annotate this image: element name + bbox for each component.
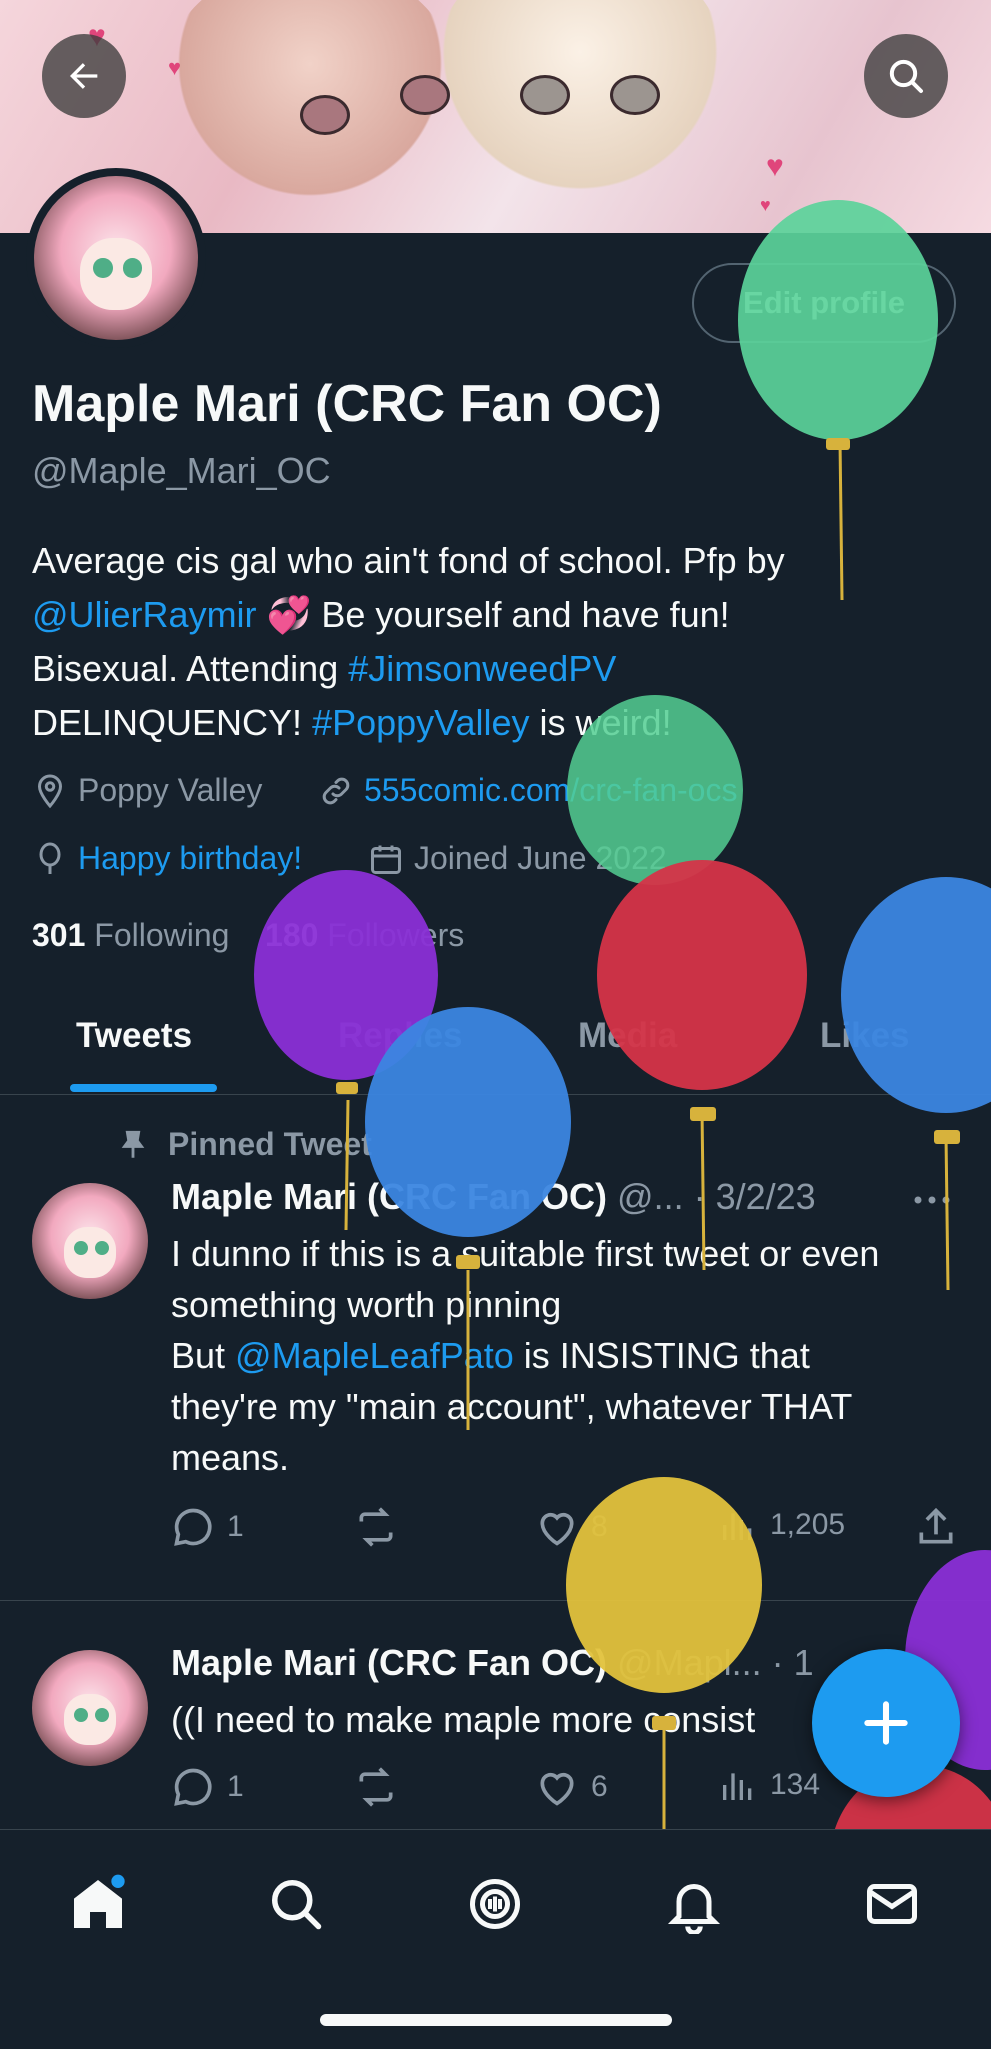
balloon-icon [39,842,61,874]
reply-icon [174,1508,212,1546]
like-button[interactable]: 6 [535,1765,608,1809]
bell-icon [667,1884,721,1934]
nav-home[interactable] [58,1864,138,1944]
tweet-author-avatar[interactable] [32,1183,148,1299]
pinned-indicator: Pinned Tweet [116,1126,372,1163]
pin-icon [121,1130,145,1158]
profile-tabs: Tweets Replies Media Likes [0,996,991,1095]
home-indicator [320,2014,672,2026]
tweet-body: I dunno if this is a suitable first twee… [171,1233,880,1478]
profile-joined: Joined June 2022 [368,840,667,877]
plus-icon [864,1701,908,1745]
profile-avatar[interactable] [26,168,206,348]
banner-character-right [430,0,730,220]
bio-text: is weird! [529,702,672,743]
retweet-button[interactable] [352,1505,412,1549]
profile-handle: @Maple_Mari_OC [32,450,331,491]
reply-button[interactable]: 1 [171,1765,244,1809]
edit-profile-button[interactable]: Edit profile [692,263,956,343]
nav-spaces[interactable] [455,1864,535,1944]
tweet-divider [0,1600,991,1601]
tab-media[interactable]: Media [578,996,677,1094]
profile-location: Poppy Valley [32,772,262,809]
tab-tweets[interactable]: Tweets [76,996,192,1094]
compose-tweet-button[interactable] [812,1649,960,1797]
profile-birthday: Happy birthday! [32,840,302,877]
tab-likes[interactable]: Likes [820,996,910,1094]
bio-hashtag-link[interactable]: #PoppyValley [312,702,529,743]
website-link[interactable]: 555comic.com/crc-fan-ocs [364,772,737,809]
retweet-icon [359,1767,393,1807]
tweet-author-name[interactable]: Maple Mari (CRC Fan OC) [171,1642,607,1683]
home-icon [74,1874,125,1928]
search-icon [889,59,923,93]
banner-eye [400,75,450,115]
bio-text: Average cis gal who ain't fond of school… [32,540,785,581]
followers-link[interactable]: 180 Followers [265,917,464,953]
nav-messages[interactable] [852,1864,932,1944]
location-pin-icon [37,773,63,808]
profile-name: Maple Mari (CRC Fan OC) [32,375,662,433]
tweet-mention-link[interactable]: @MapleLeafPato [235,1335,514,1376]
banner-eye [300,95,350,135]
tab-replies[interactable]: Replies [338,996,463,1094]
avatar [32,1650,148,1766]
back-button[interactable] [42,34,126,118]
heart-icon: ♥ [766,150,784,183]
bio-mention-link[interactable]: @UlierRaymir [32,594,257,635]
profile-stats: 301 Following 180 Followers [32,917,464,954]
nav-search[interactable] [256,1864,336,1944]
reply-icon [174,1768,212,1806]
banner-eye [520,75,570,115]
heart-icon: ♥ [168,55,182,80]
bio-text: Be yourself and have fun! [311,594,730,635]
tab-indicator [70,1084,217,1092]
calendar-icon [371,845,401,874]
spaces-icon [470,1879,520,1929]
bio-text: Bisexual. Attending [32,648,349,689]
nav-notifications[interactable] [654,1864,734,1944]
tweet-date[interactable]: · 1 [772,1642,814,1683]
profile-website[interactable]: 555comic.com/crc-fan-ocs [318,772,737,809]
tweet-author-avatar[interactable] [32,1650,148,1766]
following-link[interactable]: 301 Following [32,917,229,953]
reply-button[interactable]: 1 [171,1505,244,1549]
retweet-icon [359,1507,393,1547]
share-icon[interactable] [914,1505,958,1549]
birthday-text: Happy birthday! [78,840,303,876]
joined-text: Joined June 2022 [414,840,667,876]
bio-hashtag-link[interactable]: #JimsonweedPV [348,648,616,689]
tweet-author-handle: @... [617,1176,684,1217]
banner-eye [610,75,660,115]
analytics-icon [723,1773,752,1800]
profile-bio: Average cis gal who ain't fond of school… [32,534,932,750]
bio-text: DELINQUENCY! [32,702,313,743]
link-icon [322,777,350,804]
heart-icon: ♥ [760,195,771,215]
arrow-left-icon [70,63,98,89]
tweet-header: Maple Mari (CRC Fan OC) @... · 3/2/23 [171,1176,971,1218]
avatar [34,176,198,340]
mail-icon [867,1884,917,1924]
tweet-author-name[interactable]: Maple Mari (CRC Fan OC) [171,1176,607,1217]
heart-icon [540,1772,574,1806]
tweet-date[interactable]: · 3/2/23 [694,1176,816,1217]
analytics-icon [723,1513,752,1540]
like-button[interactable]: 8 [535,1505,608,1549]
views-button[interactable]: 134 [718,1765,820,1805]
views-button[interactable]: 1,205 [718,1505,845,1545]
heart-icon [540,1512,574,1546]
search-icon [272,1880,322,1930]
tweet-author-handle: @Mapl... [617,1642,762,1683]
retweet-button[interactable] [352,1765,412,1809]
more-options-icon[interactable] [910,1190,954,1210]
location-text: Poppy Valley [78,772,263,808]
search-button[interactable] [864,34,948,118]
emoji: 💞 [266,594,312,635]
avatar [32,1183,148,1299]
